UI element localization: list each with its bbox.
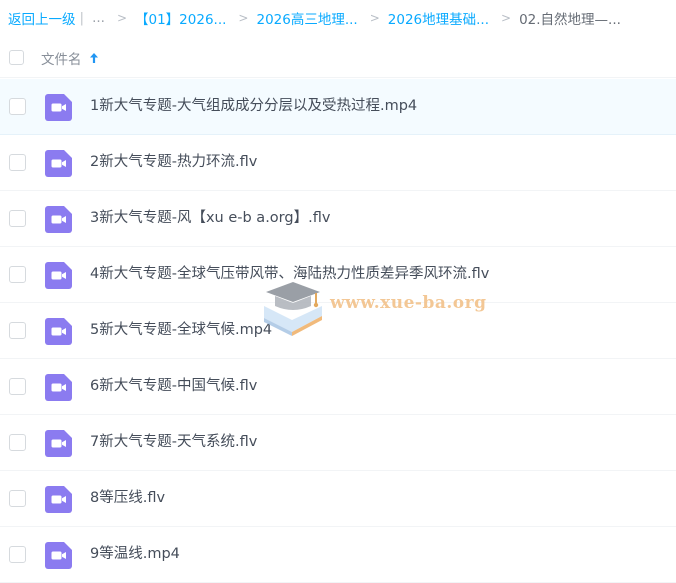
breadcrumb-ellipsis[interactable]: ... xyxy=(92,10,105,26)
file-row[interactable]: 5新大气专题-全球气候.mp4 xyxy=(0,303,676,359)
file-row[interactable]: 3新大气专题-风【xu e-b a.org】.flv xyxy=(0,191,676,247)
breadcrumb: 返回上一级 | ... > 【01】2026... > 2026高三地理... … xyxy=(0,0,676,36)
row-checkbox[interactable] xyxy=(9,210,26,227)
video-file-icon xyxy=(45,374,72,401)
row-checkbox[interactable] xyxy=(9,322,26,339)
video-file-icon xyxy=(45,318,72,345)
video-file-icon xyxy=(45,542,72,569)
list-header: 文件名 xyxy=(0,38,676,78)
file-name[interactable]: 5新大气专题-全球气候.mp4 xyxy=(90,303,272,358)
breadcrumb-current: 02.自然地理—... xyxy=(519,12,621,28)
file-name[interactable]: 9等温线.mp4 xyxy=(90,527,180,582)
sort-by-name-button[interactable]: 文件名 xyxy=(41,48,99,68)
row-checkbox[interactable] xyxy=(9,266,26,283)
select-all-checkbox[interactable] xyxy=(9,50,24,65)
file-row[interactable]: 1新大气专题-大气组成成分分层以及受热过程.mp4 xyxy=(0,79,676,135)
file-name[interactable]: 8等压线.flv xyxy=(90,471,165,526)
chevron-right-icon: > xyxy=(238,11,249,25)
file-name[interactable]: 3新大气专题-风【xu e-b a.org】.flv xyxy=(90,191,330,246)
breadcrumb-separator: | xyxy=(79,10,85,26)
file-name[interactable]: 2新大气专题-热力环流.flv xyxy=(90,135,257,190)
video-file-icon xyxy=(45,430,72,457)
video-file-icon xyxy=(45,94,72,121)
video-file-icon xyxy=(45,486,72,513)
file-name[interactable]: 4新大气专题-全球气压带风带、海陆热力性质差异季风环流.flv xyxy=(90,247,489,302)
arrow-up-icon xyxy=(89,52,98,63)
breadcrumb-item[interactable]: 2026地理基础... xyxy=(388,8,489,28)
file-name[interactable]: 7新大气专题-天气系统.flv xyxy=(90,415,257,470)
breadcrumb-item[interactable]: 2026高三地理... xyxy=(256,8,357,28)
video-file-icon xyxy=(45,262,72,289)
file-name[interactable]: 1新大气专题-大气组成成分分层以及受热过程.mp4 xyxy=(90,79,417,134)
file-row[interactable]: 2新大气专题-热力环流.flv xyxy=(0,135,676,191)
video-file-icon xyxy=(45,206,72,233)
file-row[interactable]: 6新大气专题-中国气候.flv xyxy=(0,359,676,415)
row-checkbox[interactable] xyxy=(9,546,26,563)
chevron-right-icon: > xyxy=(116,11,127,25)
file-name[interactable]: 6新大气专题-中国气候.flv xyxy=(90,359,257,414)
row-checkbox[interactable] xyxy=(9,490,26,507)
chevron-right-icon: > xyxy=(369,11,380,25)
file-row[interactable]: 8等压线.flv xyxy=(0,471,676,527)
row-checkbox[interactable] xyxy=(9,98,26,115)
chevron-right-icon: > xyxy=(501,11,512,25)
video-file-icon xyxy=(45,150,72,177)
row-checkbox[interactable] xyxy=(9,378,26,395)
row-checkbox[interactable] xyxy=(9,434,26,451)
breadcrumb-item[interactable]: 【01】2026... xyxy=(135,8,226,28)
file-list: 1新大气专题-大气组成成分分层以及受热过程.mp4 2新大气专题-热力环流.fl… xyxy=(0,79,676,583)
file-row[interactable]: 4新大气专题-全球气压带风带、海陆热力性质差异季风环流.flv xyxy=(0,247,676,303)
file-row[interactable]: 9等温线.mp4 xyxy=(0,527,676,583)
row-checkbox[interactable] xyxy=(9,154,26,171)
file-row[interactable]: 7新大气专题-天气系统.flv xyxy=(0,415,676,471)
back-link[interactable]: 返回上一级 xyxy=(8,8,76,28)
column-name-label: 文件名 xyxy=(41,51,82,68)
